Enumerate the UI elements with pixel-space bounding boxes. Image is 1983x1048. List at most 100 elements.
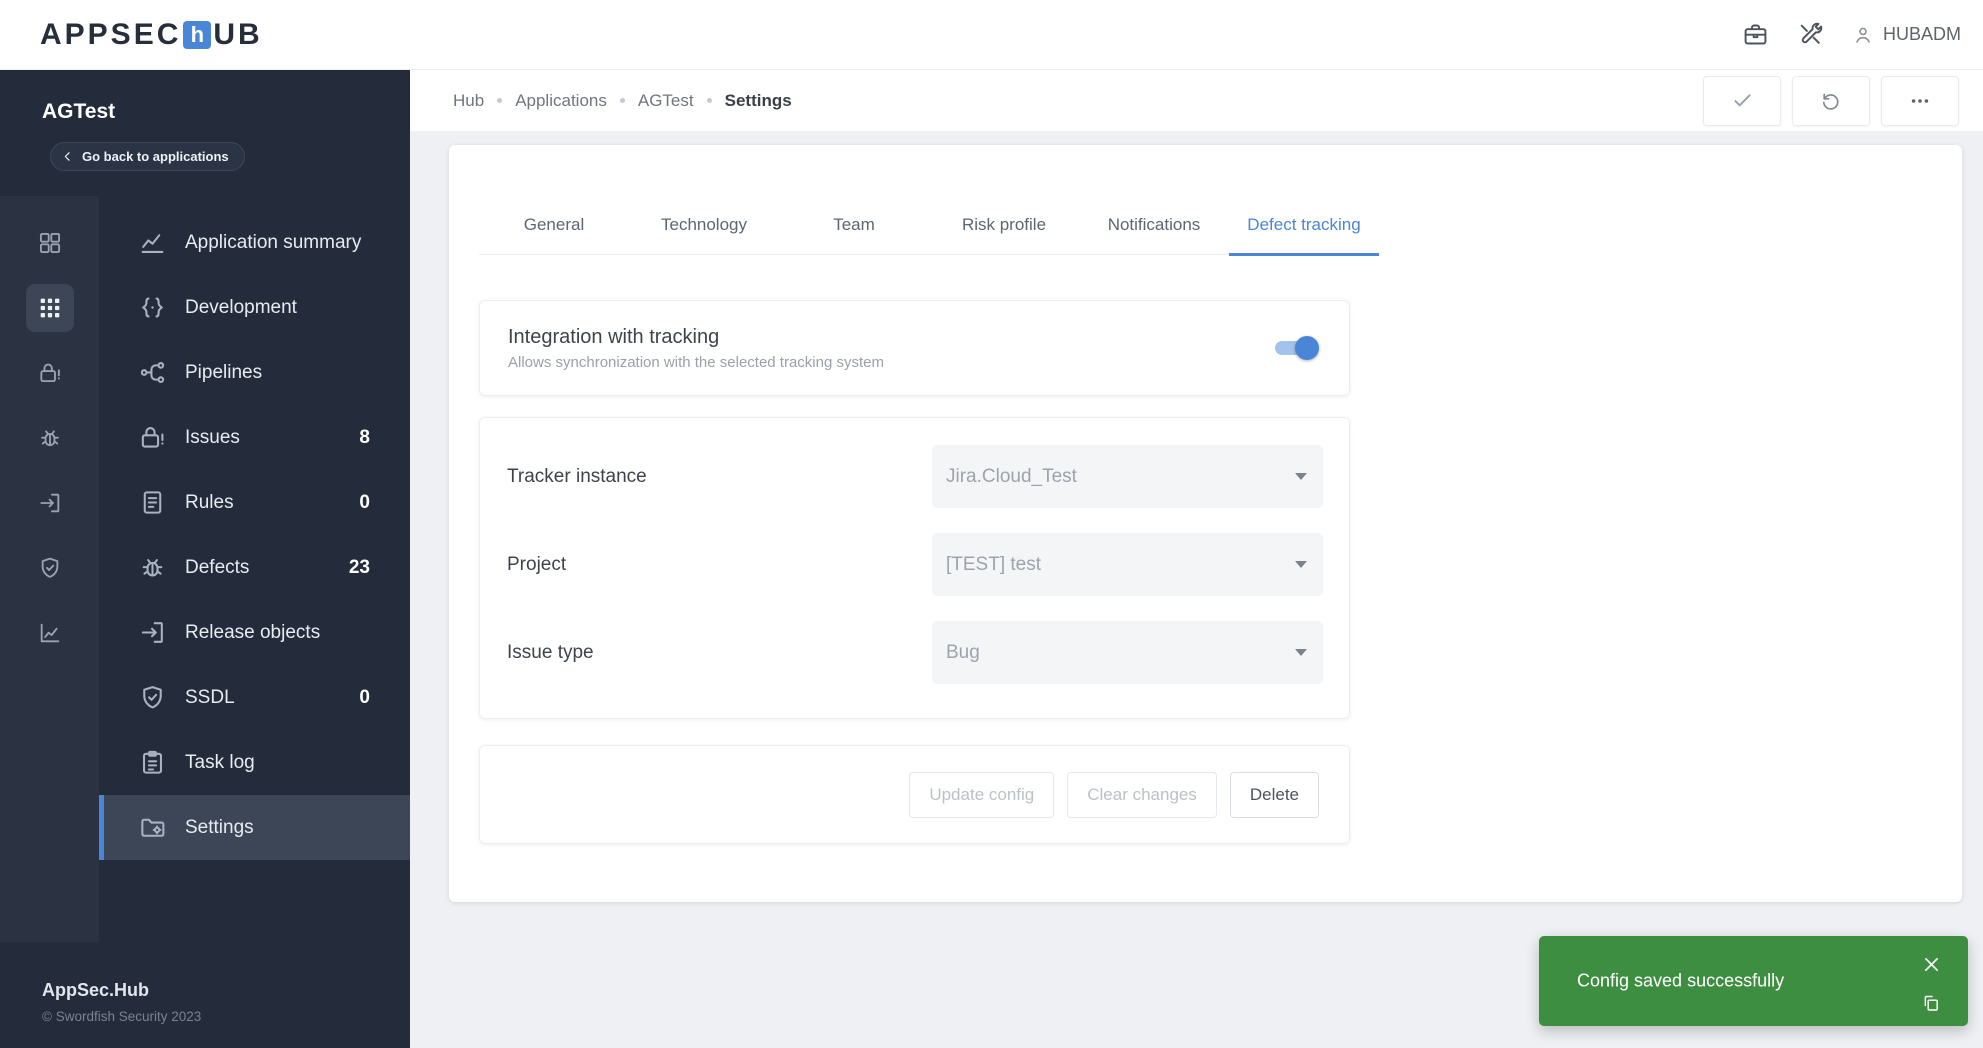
confirm-button[interactable]: [1703, 76, 1781, 126]
more-actions-button[interactable]: [1881, 76, 1959, 126]
sidebar-header: AGTest Go back to applications: [0, 70, 410, 196]
sidebar-item-ssdl[interactable]: SSDL 0: [99, 665, 410, 730]
user-icon: [1852, 24, 1874, 46]
breadcrumb-bar: Hub Applications AGTest Settings: [410, 70, 1983, 131]
chevron-down-icon: [1295, 561, 1307, 568]
issue-type-value: Bug: [946, 642, 980, 664]
sidebar-item-label: Release objects: [185, 622, 320, 644]
back-button-label: Go back to applications: [82, 149, 229, 164]
form-row: Tracker instance Jira.Cloud_Test: [507, 445, 1322, 508]
sidebar-item-release-objects[interactable]: Release objects: [99, 600, 410, 665]
rail-item-issues[interactable]: [0, 340, 99, 405]
tab-team[interactable]: Team: [779, 203, 929, 256]
sidebar-item-badge: 8: [359, 427, 370, 449]
sidebar-item-label: Defects: [185, 557, 249, 579]
sidebar-item-task-log[interactable]: Task log: [99, 730, 410, 795]
user-menu[interactable]: HUBADM: [1852, 24, 1961, 46]
breadcrumb: Hub Applications AGTest Settings: [453, 91, 792, 111]
app-root: APPSEC h UB HUBADM AGTest Go back to app…: [0, 0, 1983, 1048]
toast-close-button[interactable]: [1921, 954, 1942, 975]
application-name: AGTest: [42, 100, 115, 124]
rail-item-release[interactable]: [0, 470, 99, 535]
pipelines-icon: [138, 358, 167, 387]
development-icon: [138, 293, 167, 322]
rail-item-reports[interactable]: [0, 600, 99, 665]
sidebar-item-pipelines[interactable]: Pipelines: [99, 340, 410, 405]
page-actions: [1703, 76, 1959, 126]
sidebar-item-development[interactable]: Development: [99, 275, 410, 340]
tab-general[interactable]: General: [479, 203, 629, 256]
breadcrumb-applications[interactable]: Applications: [515, 91, 607, 111]
breadcrumb-separator: [497, 98, 502, 103]
bug-icon: [37, 425, 63, 451]
chevron-down-icon: [1295, 649, 1307, 656]
integration-toggle[interactable]: [1273, 336, 1319, 360]
breadcrumb-separator: [707, 98, 712, 103]
applications-grid-icon: [37, 295, 63, 321]
tab-defect-tracking[interactable]: Defect tracking: [1229, 203, 1379, 256]
lock-alert-icon: [37, 360, 63, 386]
sidebar-item-label: Rules: [185, 492, 234, 514]
tools-icon: [1797, 21, 1824, 48]
integration-title: Integration with tracking: [508, 326, 884, 349]
sidebar-footer: AppSec.Hub © Swordfish Security 2023: [0, 942, 410, 1048]
update-config-button[interactable]: Update config: [909, 772, 1054, 818]
dashboard-icon: [37, 230, 63, 256]
rail-item-applications[interactable]: [0, 275, 99, 340]
sidebar-item-issues[interactable]: Issues 8: [99, 405, 410, 470]
toast-copy-button[interactable]: [1921, 993, 1941, 1013]
integration-panel: Integration with tracking Allows synchro…: [479, 300, 1350, 396]
lock-alert-icon: [138, 423, 167, 452]
breadcrumb-settings: Settings: [725, 91, 792, 111]
project-label: Project: [507, 554, 566, 576]
sidebar-body: Application summary Development Pipeline…: [0, 196, 410, 942]
clear-changes-button[interactable]: Clear changes: [1067, 772, 1217, 818]
delete-button[interactable]: Delete: [1230, 772, 1319, 818]
release-icon: [138, 618, 167, 647]
breadcrumb-separator: [620, 98, 625, 103]
logo-text-left: APPSEC: [40, 18, 181, 52]
sidebar-item-application-summary[interactable]: Application summary: [99, 210, 410, 275]
sidebar-item-badge: 0: [359, 687, 370, 709]
release-icon: [37, 490, 63, 516]
tab-risk-profile[interactable]: Risk profile: [929, 203, 1079, 256]
tab-technology[interactable]: Technology: [629, 203, 779, 256]
revert-button[interactable]: [1792, 76, 1870, 126]
tab-notifications[interactable]: Notifications: [1079, 203, 1229, 256]
close-icon: [1921, 954, 1942, 975]
sidebar-item-rules[interactable]: Rules 0: [99, 470, 410, 535]
topbar: APPSEC h UB HUBADM: [0, 0, 1983, 70]
undo-icon: [1820, 90, 1842, 112]
tools-button[interactable]: [1797, 21, 1824, 48]
settings-card: General Technology Team Risk profile Not…: [449, 145, 1962, 902]
app-logo[interactable]: APPSEC h UB: [40, 18, 263, 52]
folder-gear-icon: [138, 813, 167, 842]
tracker-instance-label: Tracker instance: [507, 466, 647, 488]
copyright: © Swordfish Security 2023: [42, 1009, 410, 1024]
sidebar-item-badge: 0: [359, 492, 370, 514]
briefcase-button[interactable]: [1742, 21, 1769, 48]
toggle-thumb: [1295, 336, 1319, 360]
sidebar-nav: Application summary Development Pipeline…: [99, 196, 410, 942]
integration-subtitle: Allows synchronization with the selected…: [508, 354, 884, 371]
copy-icon: [1921, 993, 1941, 1013]
toast-notification: Config saved successfully: [1539, 936, 1968, 1026]
clipboard-icon: [138, 748, 167, 777]
sidebar-item-defects[interactable]: Defects 23: [99, 535, 410, 600]
breadcrumb-agtest[interactable]: AGTest: [638, 91, 694, 111]
tracker-instance-select[interactable]: Jira.Cloud_Test: [932, 445, 1323, 508]
rail-item-defects[interactable]: [0, 405, 99, 470]
topbar-actions: HUBADM: [1742, 21, 1961, 48]
content-area: General Technology Team Risk profile Not…: [410, 131, 1983, 1048]
back-to-applications-button[interactable]: Go back to applications: [50, 142, 245, 171]
logo-h-box: h: [183, 21, 211, 49]
brand-name: AppSec.Hub: [42, 980, 410, 1001]
sidebar-item-settings[interactable]: Settings: [99, 795, 410, 860]
issue-type-select[interactable]: Bug: [932, 621, 1323, 684]
rail-item-dashboard[interactable]: [0, 210, 99, 275]
rail-item-ssdl[interactable]: [0, 535, 99, 600]
settings-tabs: General Technology Team Risk profile Not…: [479, 203, 1379, 255]
logo-text-right: UB: [213, 18, 262, 52]
project-select[interactable]: [TEST] test: [932, 533, 1323, 596]
breadcrumb-hub[interactable]: Hub: [453, 91, 484, 111]
